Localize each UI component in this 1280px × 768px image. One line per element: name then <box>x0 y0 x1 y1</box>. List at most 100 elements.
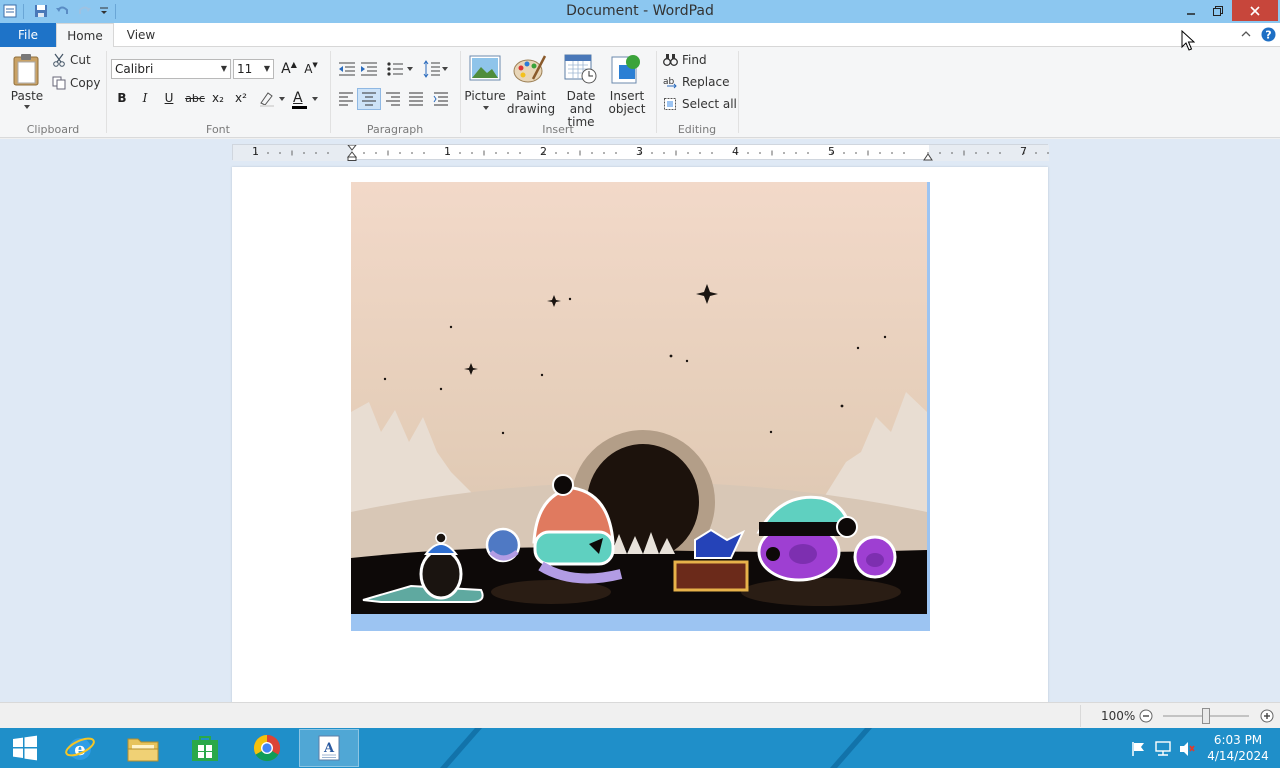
align-right-icon[interactable] <box>385 92 401 106</box>
taskbar-file-explorer[interactable] <box>113 729 173 767</box>
clock-time: 6:03 PM <box>1213 733 1263 747</box>
taskbar-chrome[interactable] <box>237 729 297 767</box>
shrink-font-button[interactable]: A▼ <box>302 61 320 76</box>
svg-text:A: A <box>323 741 335 756</box>
zoom-level-label: 100% <box>1101 709 1136 723</box>
insert-object-label-2: object <box>608 102 646 116</box>
replace-button[interactable]: ab Replace <box>663 75 729 89</box>
tab-view[interactable]: View <box>116 23 166 47</box>
tab-file[interactable]: File <box>0 23 56 47</box>
chevron-down-icon: ▼ <box>220 64 227 73</box>
italic-button[interactable]: I <box>136 91 154 105</box>
file-explorer-icon <box>127 738 159 762</box>
superscript-button[interactable]: x² <box>232 91 250 105</box>
picture-icon[interactable] <box>469 55 501 83</box>
close-button[interactable] <box>1232 0 1278 21</box>
tab-home[interactable]: Home <box>56 23 114 48</box>
line-spacing-icon[interactable] <box>423 60 449 78</box>
ruler-number: 4 <box>732 145 739 158</box>
picture-button[interactable]: Picture <box>462 90 508 103</box>
start-button[interactable] <box>0 729 50 767</box>
right-indent-marker[interactable] <box>923 151 933 161</box>
subscript-button[interactable]: x₂ <box>209 91 227 105</box>
copy-label: Copy <box>70 76 101 90</box>
picture-dropdown-icon[interactable] <box>482 105 490 111</box>
taskbar: e A 6:03 PM 4/14/2024 <box>0 728 1280 768</box>
justify-icon[interactable] <box>408 92 424 106</box>
clock-date: 4/14/2024 <box>1207 749 1269 763</box>
highlight-color-icon[interactable] <box>258 90 286 108</box>
paragraph-settings-icon[interactable] <box>433 91 449 107</box>
store-icon <box>192 736 218 761</box>
taskbar-internet-explorer[interactable]: e <box>50 729 110 767</box>
window-title: Document - WordPad <box>566 3 714 19</box>
winter-birds-pigs-illustration <box>351 182 930 631</box>
ruler[interactable]: 1 1 2 3 4 5 7 <box>232 144 1049 161</box>
copy-icon <box>52 76 66 90</box>
align-left-icon[interactable] <box>338 92 354 106</box>
restore-icon <box>1213 5 1223 16</box>
paste-icon[interactable] <box>12 53 42 87</box>
date-and-time-label-1: Date and <box>566 89 596 116</box>
minimize-ribbon-icon[interactable] <box>1240 29 1252 39</box>
volume-muted-icon[interactable] <box>1178 741 1196 757</box>
paste-dropdown-icon[interactable] <box>23 104 31 110</box>
chrome-icon <box>253 734 281 762</box>
select-all-label: Select all <box>682 97 737 111</box>
align-center-button[interactable] <box>357 88 381 110</box>
taskbar-clock[interactable]: 6:03 PM 4/14/2024 <box>1203 732 1273 764</box>
paint-drawing-button[interactable]: Paint drawing <box>506 90 556 116</box>
bold-button[interactable]: B <box>113 91 131 105</box>
font-family-value: Calibri <box>115 62 154 76</box>
cut-label: Cut <box>70 53 91 67</box>
cut-button[interactable]: Cut <box>52 53 91 67</box>
paint-palette-icon[interactable] <box>513 53 547 85</box>
first-line-indent-marker[interactable] <box>347 145 357 161</box>
windows-logo-icon <box>13 735 37 761</box>
bullets-icon[interactable] <box>386 61 414 77</box>
group-separator <box>738 51 739 133</box>
network-icon[interactable] <box>1154 741 1172 757</box>
clipboard-group-label: Clipboard <box>26 123 80 136</box>
zoom-in-icon[interactable] <box>1260 709 1274 723</box>
copy-button[interactable]: Copy <box>52 76 100 90</box>
action-center-flag-icon[interactable] <box>1130 741 1146 757</box>
zoom-out-icon[interactable] <box>1139 709 1153 723</box>
ruler-number: 2 <box>540 145 547 158</box>
restore-button[interactable] <box>1201 0 1235 21</box>
replace-icon: ab <box>663 77 677 89</box>
strikethrough-button[interactable]: abc <box>184 92 206 105</box>
paint-drawing-label-2: drawing <box>506 102 556 116</box>
ruler-margin-right <box>929 145 1049 161</box>
font-color-button[interactable]: A <box>291 90 321 110</box>
select-all-button[interactable]: Select all <box>663 97 737 111</box>
help-icon[interactable]: ? <box>1261 27 1276 42</box>
font-color-icon: A <box>293 90 303 106</box>
font-size-select[interactable]: 11 ▼ <box>233 59 274 79</box>
find-label: Find <box>682 53 707 67</box>
ribbon: Paste Cut Copy Clipboard Calibri ▼ 11 ▼ … <box>0 47 1280 138</box>
paste-button[interactable]: Paste <box>8 90 46 103</box>
taskbar-store[interactable] <box>175 729 235 767</box>
decrease-indent-icon[interactable] <box>338 61 356 77</box>
grow-font-icon: A <box>281 61 291 77</box>
insert-object-button[interactable]: Insert object <box>604 90 650 116</box>
binoculars-icon <box>663 54 678 66</box>
ruler-number: 3 <box>636 145 643 158</box>
find-button[interactable]: Find <box>663 53 707 67</box>
font-family-select[interactable]: Calibri ▼ <box>111 59 231 79</box>
underline-button[interactable]: U <box>160 91 178 105</box>
minimize-icon <box>1187 12 1195 15</box>
zoom-slider-thumb[interactable] <box>1202 708 1210 724</box>
insert-object-icon[interactable] <box>611 53 643 85</box>
paragraph-group-label: Paragraph <box>366 123 424 136</box>
grow-font-button[interactable]: A▲ <box>280 60 298 77</box>
mouse-cursor-icon <box>1181 30 1195 51</box>
increase-indent-icon[interactable] <box>360 61 378 77</box>
down-arrow-icon: ▼ <box>312 61 318 69</box>
inserted-picture[interactable] <box>351 182 930 631</box>
group-separator <box>330 51 331 133</box>
taskbar-wordpad[interactable]: A <box>299 729 359 767</box>
close-icon <box>1250 5 1260 16</box>
calendar-clock-icon[interactable] <box>564 53 598 85</box>
